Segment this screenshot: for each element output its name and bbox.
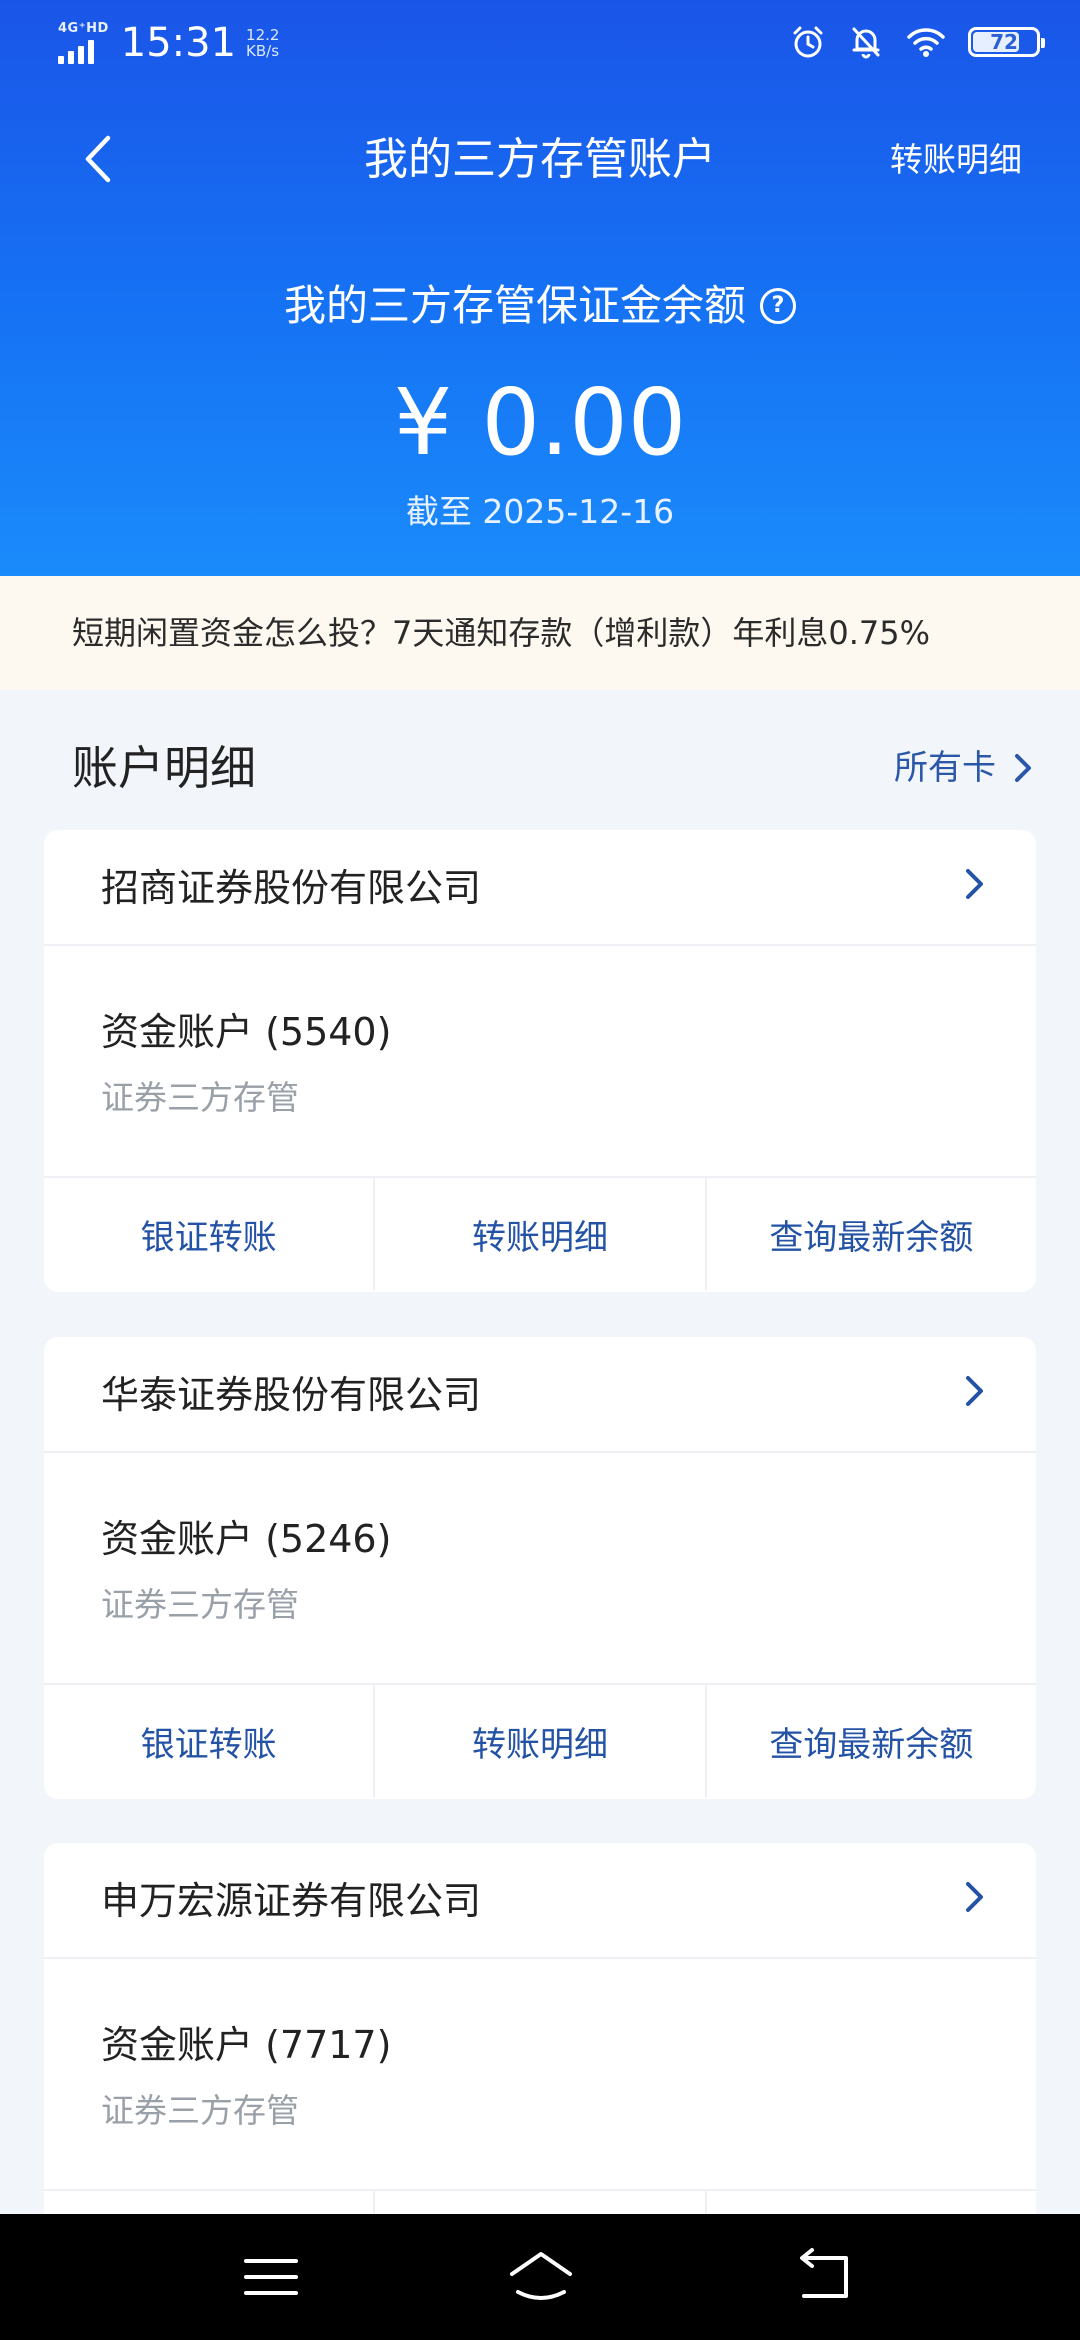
account-number: 资金账户 (5540) (101, 1010, 392, 1054)
card-body: 资金账户 (5540) 证券三方存管 (44, 946, 1036, 1178)
balance-date: 截至 2025-12-16 (405, 492, 675, 531)
card-actions: 银证转账 转账明细 查询最新余额 (44, 1178, 1036, 1290)
account-type: 证券三方存管 (101, 1078, 299, 1117)
balance-value: ¥ 0.00 (393, 369, 687, 476)
account-number: 资金账户 (7717) (101, 2023, 392, 2067)
chevron-right-icon (966, 1882, 983, 1912)
all-cards-link[interactable]: 所有卡 (894, 746, 1034, 790)
chevron-right-icon (966, 1376, 983, 1406)
home-icon[interactable] (506, 2244, 576, 2310)
signal-icon (58, 38, 94, 64)
balance-label: 我的三方存管保证金余额? (0, 278, 1080, 334)
account-number: 资金账户 (5246) (101, 1517, 392, 1561)
query-balance-button[interactable]: 查询最新余额 (707, 1178, 1036, 1290)
card-header[interactable]: 招商证券股份有限公司 (44, 830, 1036, 946)
company-name: 华泰证券股份有限公司 (101, 1373, 482, 1417)
transfer-details-button[interactable]: 转账明细 (375, 1178, 707, 1290)
bell-muted-icon (852, 27, 880, 59)
alarm-icon (793, 26, 823, 58)
clock: 15:31 (120, 20, 237, 66)
status-bar: 4G⁺HD 15:31 12.2 KB/s 72 (0, 0, 1080, 84)
card-body: 资金账户 (5246) 证券三方存管 (44, 1453, 1036, 1685)
promo-text: 短期闲置资金怎么投？7天通知存款（增利款）年利息0.75% (72, 614, 931, 652)
account-type: 证券三方存管 (101, 1585, 299, 1624)
net-speed-unit: KB/s (246, 42, 280, 60)
all-cards-label: 所有卡 (894, 748, 996, 788)
card-header[interactable]: 华泰证券股份有限公司 (44, 1337, 1036, 1453)
promo-banner[interactable]: 短期闲置资金怎么投？7天通知存款（增利款）年利息0.75% (0, 576, 1080, 690)
net-speed-value: 12.2 (246, 26, 280, 44)
balance-header: 4G⁺HD 15:31 12.2 KB/s 72 我的三方存管账户 转账明细 我… (0, 0, 1080, 576)
status-left: 4G⁺HD 15:31 12.2 KB/s (58, 18, 279, 68)
status-right: 72 (790, 20, 1045, 64)
account-card: 华泰证券股份有限公司 资金账户 (5246) 证券三方存管 银证转账 转账明细 … (44, 1337, 1036, 1799)
transfer-details-link[interactable]: 转账明细 (890, 138, 1022, 182)
account-type: 证券三方存管 (101, 2091, 299, 2130)
menu-icon[interactable] (236, 2244, 306, 2310)
card-header[interactable]: 申万宏源证券有限公司 (44, 1843, 1036, 1959)
network-tag: 4G⁺HD (58, 21, 109, 36)
screen: 4G⁺HD 15:31 12.2 KB/s 72 我的三方存管账户 转账明细 我… (0, 0, 1080, 2340)
wifi-icon (907, 28, 945, 57)
query-balance-button[interactable]: 查询最新余额 (707, 1685, 1036, 1797)
account-card: 招商证券股份有限公司 资金账户 (5540) 证券三方存管 银证转账 转账明细 … (44, 830, 1036, 1292)
net-speed: 12.2 KB/s (246, 27, 279, 59)
help-icon[interactable]: ? (760, 287, 796, 324)
battery-level: 72 (990, 30, 1018, 54)
navbar: 我的三方存管账户 转账明细 (0, 110, 1080, 210)
accounts-section-header: 账户明细 所有卡 (0, 726, 1080, 806)
chevron-right-icon (966, 869, 983, 899)
battery-icon: 72 (968, 27, 1045, 57)
back-icon[interactable] (788, 2244, 858, 2310)
company-name: 招商证券股份有限公司 (101, 866, 482, 910)
card-actions: 银证转账 转账明细 查询最新余额 (44, 1685, 1036, 1797)
signal-indicator: 4G⁺HD (58, 22, 109, 64)
company-name: 申万宏源证券有限公司 (101, 1879, 482, 1923)
card-body: 资金账户 (7717) 证券三方存管 (44, 1959, 1036, 2191)
balance-label-text: 我的三方存管保证金余额 (283, 281, 746, 330)
account-card: 申万宏源证券有限公司 资金账户 (7717) 证券三方存管 (44, 1843, 1036, 2273)
system-nav-bar (0, 2214, 1080, 2340)
bank-securities-transfer-button[interactable]: 银证转账 (44, 1685, 376, 1797)
chevron-right-icon (1015, 754, 1031, 782)
bank-securities-transfer-button[interactable]: 银证转账 (44, 1178, 376, 1290)
section-title: 账户明细 (72, 741, 256, 795)
transfer-details-button[interactable]: 转账明细 (375, 1685, 707, 1797)
